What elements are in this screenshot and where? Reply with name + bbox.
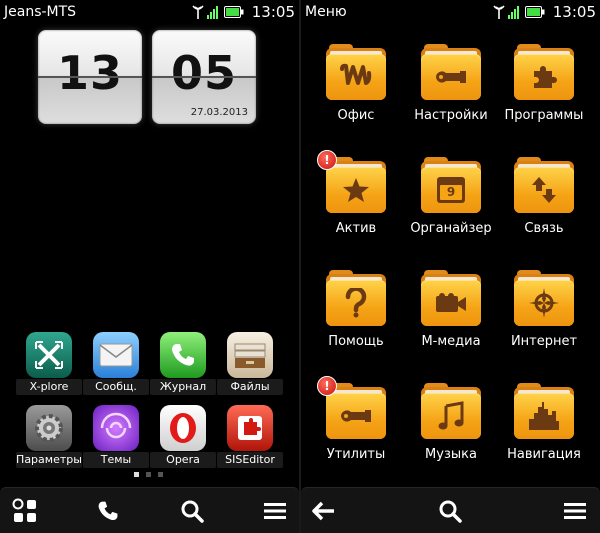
clock-date: 27.03.2013 [190,107,248,118]
calendar-icon: 9 [421,167,481,213]
apps-grid-icon [12,498,36,522]
screen-title: Меню [305,4,347,20]
settings-gear-icon [26,405,72,451]
notification-badge: ! [317,150,337,170]
folder-help[interactable]: Помощь [301,270,411,349]
menu-bottom-bar [301,487,600,533]
opera-icon [160,405,206,451]
app-messages[interactable]: Сообщ. [83,332,149,395]
app-log[interactable]: Журнал [150,332,216,395]
phone-log-icon [160,332,206,378]
folder-utilities[interactable]: ! Утилиты [301,376,411,462]
status-time: 13:05 [552,3,596,21]
operator-name: Jeans-MTS [4,4,77,20]
clock-hour: 13 [56,46,123,100]
folder-connectivity[interactable]: Связь [489,157,599,236]
apps-grid-button[interactable] [10,496,40,526]
antenna-icon [493,5,505,19]
phone-icon [98,501,118,521]
battery-icon [223,6,244,18]
puzzle-icon [534,66,557,88]
search-button[interactable] [435,496,465,526]
flip-clock-widget[interactable]: 13 05 27.03.2013 [38,30,256,124]
folder-active[interactable]: ! Актив [301,150,411,236]
back-arrow-icon [312,501,334,521]
app-files[interactable]: Файлы [217,332,283,395]
status-bar: Jeans-MTS 13:05 [0,0,299,24]
antenna-icon [192,5,204,19]
folder-programs[interactable]: Программы [489,44,599,123]
themes-icon [93,405,139,451]
app-siseditor[interactable]: SISEditor [217,405,283,468]
globe-compass-icon [529,288,559,318]
wrench-icon [436,71,466,83]
search-icon [181,500,204,523]
phone-button[interactable] [93,496,123,526]
status-time: 13:05 [251,3,295,21]
menu-icon [564,503,586,519]
page-indicator [134,472,163,477]
office-icon [340,63,372,85]
battery-icon [524,6,545,18]
signal-icon [206,6,218,19]
notification-badge: ! [317,376,337,396]
files-icon [227,332,273,378]
transfer-arrows-icon [532,177,556,203]
home-screen: Jeans-MTS 13:05 13 05 27.03.2013 X-plore… [0,0,299,533]
folder-office[interactable]: Офис [301,44,411,123]
app-settings[interactable]: Параметры [16,405,82,468]
folder-navigation[interactable]: Навигация [489,383,599,462]
music-note-icon [438,401,464,430]
app-themes[interactable]: Темы [83,405,149,468]
wrench-icon [341,410,371,422]
clock-hour-card: 13 [38,30,142,124]
search-button[interactable] [177,496,207,526]
question-icon [345,288,367,318]
messages-icon [93,332,139,378]
folder-internet[interactable]: Интернет [489,270,599,349]
star-icon [343,178,369,202]
app-xplore[interactable]: X-plore [16,332,82,395]
clock-minute-card: 05 27.03.2013 [152,30,256,124]
signal-icon [507,6,519,19]
city-icon [529,402,559,430]
xplore-icon [26,332,72,378]
calendar-day: 9 [440,185,462,200]
menu-icon [264,503,286,519]
home-bottom-bar [0,487,299,533]
menu-button[interactable] [260,496,290,526]
status-bar: Меню 13:05 [301,0,600,24]
menu-button[interactable] [560,496,590,526]
app-opera[interactable]: Opera [150,405,216,468]
clock-minute: 05 [170,46,237,100]
menu-screen: Меню 13:05 Офис Настройки Программы ! Ак… [301,0,600,533]
siseditor-icon [227,405,273,451]
back-button[interactable] [309,496,339,526]
camera-icon [436,293,466,312]
search-icon [439,500,462,523]
